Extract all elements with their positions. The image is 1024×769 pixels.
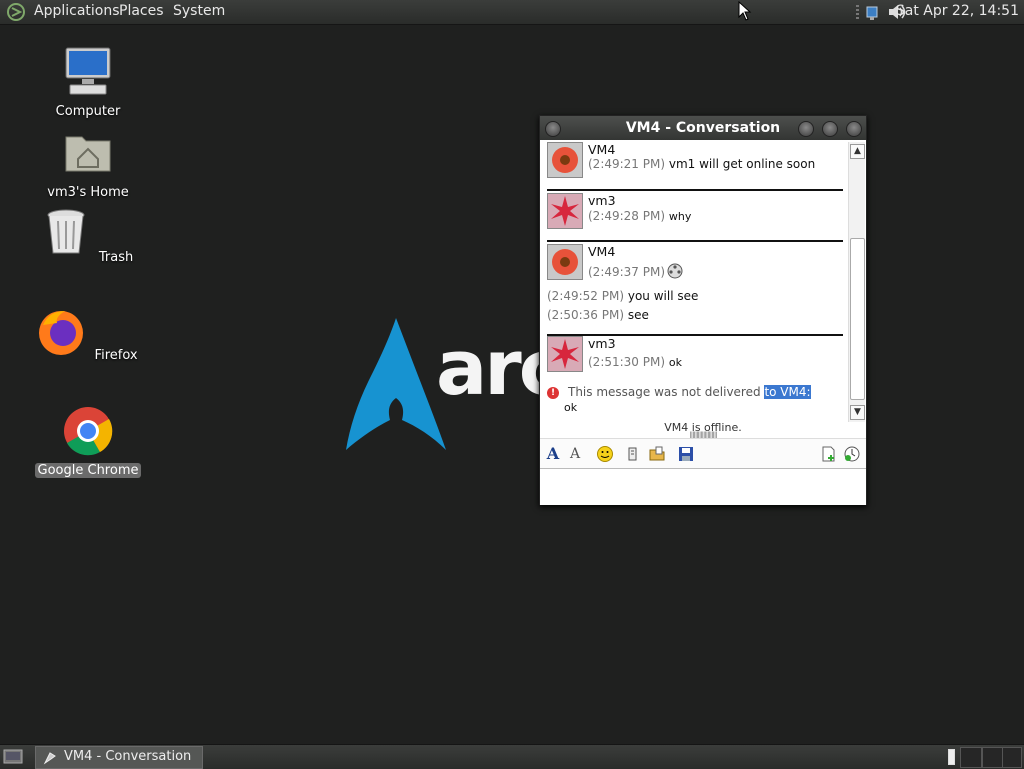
font-size-icon[interactable]: A	[566, 445, 584, 463]
conversation-scrollbar[interactable]: ▲ ▼	[848, 142, 865, 422]
workspace-handle[interactable]	[948, 749, 955, 765]
conversation-history[interactable]: VM4 (2:49:21 PM) vm1 will get online soo…	[540, 141, 847, 421]
conversation-window[interactable]: VM4 - Conversation VM4 (2:49:21 PM) vm1 …	[539, 115, 867, 505]
message-nick: vm3	[588, 336, 616, 351]
font-icon[interactable]: A	[544, 445, 562, 463]
message-line: (2:49:37 PM)	[588, 265, 666, 279]
error-icon: !	[547, 387, 559, 399]
clock-refresh-icon[interactable]	[843, 445, 861, 463]
trash-icon	[47, 209, 85, 254]
applications-menu[interactable]: Applications	[34, 3, 120, 19]
message-nick: VM4	[588, 244, 616, 259]
desktop-icon-label: Firefox	[94, 348, 138, 363]
window-title: VM4 - Conversation	[625, 120, 781, 136]
taskbar-button-conversation[interactable]: VM4 - Conversation	[35, 746, 203, 769]
distro-menu-icon[interactable]	[6, 2, 26, 22]
network-icon[interactable]	[864, 2, 880, 22]
message-line: (2:49:52 PM) you will see	[547, 289, 699, 303]
minimize-button[interactable]	[798, 121, 814, 137]
scroll-down-button[interactable]: ▼	[850, 405, 865, 420]
computer-icon	[65, 47, 111, 95]
message-nick: vm3	[588, 193, 616, 208]
desktop-icon-firefox[interactable]: Firefox	[33, 305, 143, 363]
desktop-icon-home[interactable]: vm3's Home	[33, 127, 143, 200]
message-line: (2:49:28 PM) why	[588, 209, 692, 223]
smiley-icon[interactable]	[596, 445, 614, 463]
desktop-icon-label: Google Chrome	[34, 463, 142, 478]
taskbar-label: VM4 - Conversation	[64, 749, 192, 764]
workspace-1[interactable]	[960, 747, 982, 768]
status-line: VM4 is offline. ||||||||||||||||||||	[540, 421, 866, 439]
film-reel-icon	[667, 263, 683, 279]
window-titlebar[interactable]: VM4 - Conversation	[540, 116, 866, 140]
pidgin-icon	[43, 752, 56, 765]
firefox-icon	[39, 311, 84, 355]
message-nick: VM4	[588, 142, 616, 157]
avatar	[547, 336, 583, 372]
mouse-pointer-icon	[738, 1, 752, 21]
message-line: (2:50:36 PM) see	[547, 308, 649, 322]
star-avatar-icon	[548, 194, 582, 228]
desktop-icon-label: Computer	[55, 104, 121, 119]
message-line: (2:49:21 PM) vm1 will get online soon	[588, 157, 816, 171]
top-panel: Applications Places System Sat Apr 22, 1…	[0, 0, 1024, 25]
message-separator	[547, 189, 843, 191]
clock[interactable]: Sat Apr 22, 14:51	[896, 3, 1019, 19]
attention-icon[interactable]	[624, 445, 642, 463]
error-message: This message was not delivered to VM4:	[568, 385, 811, 399]
message-line: (2:51:30 PM) ok	[588, 355, 682, 369]
flower-avatar-icon	[548, 143, 582, 177]
maximize-button[interactable]	[822, 121, 838, 137]
message-input[interactable]	[540, 468, 866, 505]
desktop-icon-label: vm3's Home	[47, 185, 129, 200]
show-desktop-icon[interactable]	[3, 748, 23, 766]
system-menu[interactable]: System	[173, 3, 225, 19]
desktop-icon-trash[interactable]: Trash	[33, 207, 143, 265]
scroll-thumb[interactable]	[850, 238, 865, 400]
close-button[interactable]	[846, 121, 862, 137]
flower-avatar-icon	[548, 245, 582, 279]
format-toolbar: A A	[540, 438, 866, 469]
avatar	[547, 244, 583, 280]
error-body: ok	[564, 401, 578, 414]
insert-icon[interactable]	[820, 445, 838, 463]
desktop-icon-label: Trash	[98, 250, 134, 265]
home-folder-icon	[65, 136, 111, 172]
tray-handle[interactable]	[856, 5, 859, 19]
avatar	[547, 142, 583, 178]
chrome-icon	[64, 407, 113, 456]
workspace-3[interactable]	[1002, 747, 1022, 768]
workspace-2[interactable]	[982, 747, 1004, 768]
bottom-panel: VM4 - Conversation	[0, 744, 1024, 769]
avatar	[547, 193, 583, 229]
desktop-icon-chrome[interactable]: Google Chrome	[33, 405, 143, 478]
scroll-up-button[interactable]: ▲	[850, 144, 865, 159]
places-menu[interactable]: Places	[119, 3, 164, 19]
save-icon[interactable]	[677, 445, 695, 463]
message-separator	[547, 240, 843, 242]
star-avatar-icon	[548, 337, 582, 371]
desktop-icon-computer[interactable]: Computer	[33, 46, 143, 119]
send-file-icon[interactable]	[648, 445, 666, 463]
